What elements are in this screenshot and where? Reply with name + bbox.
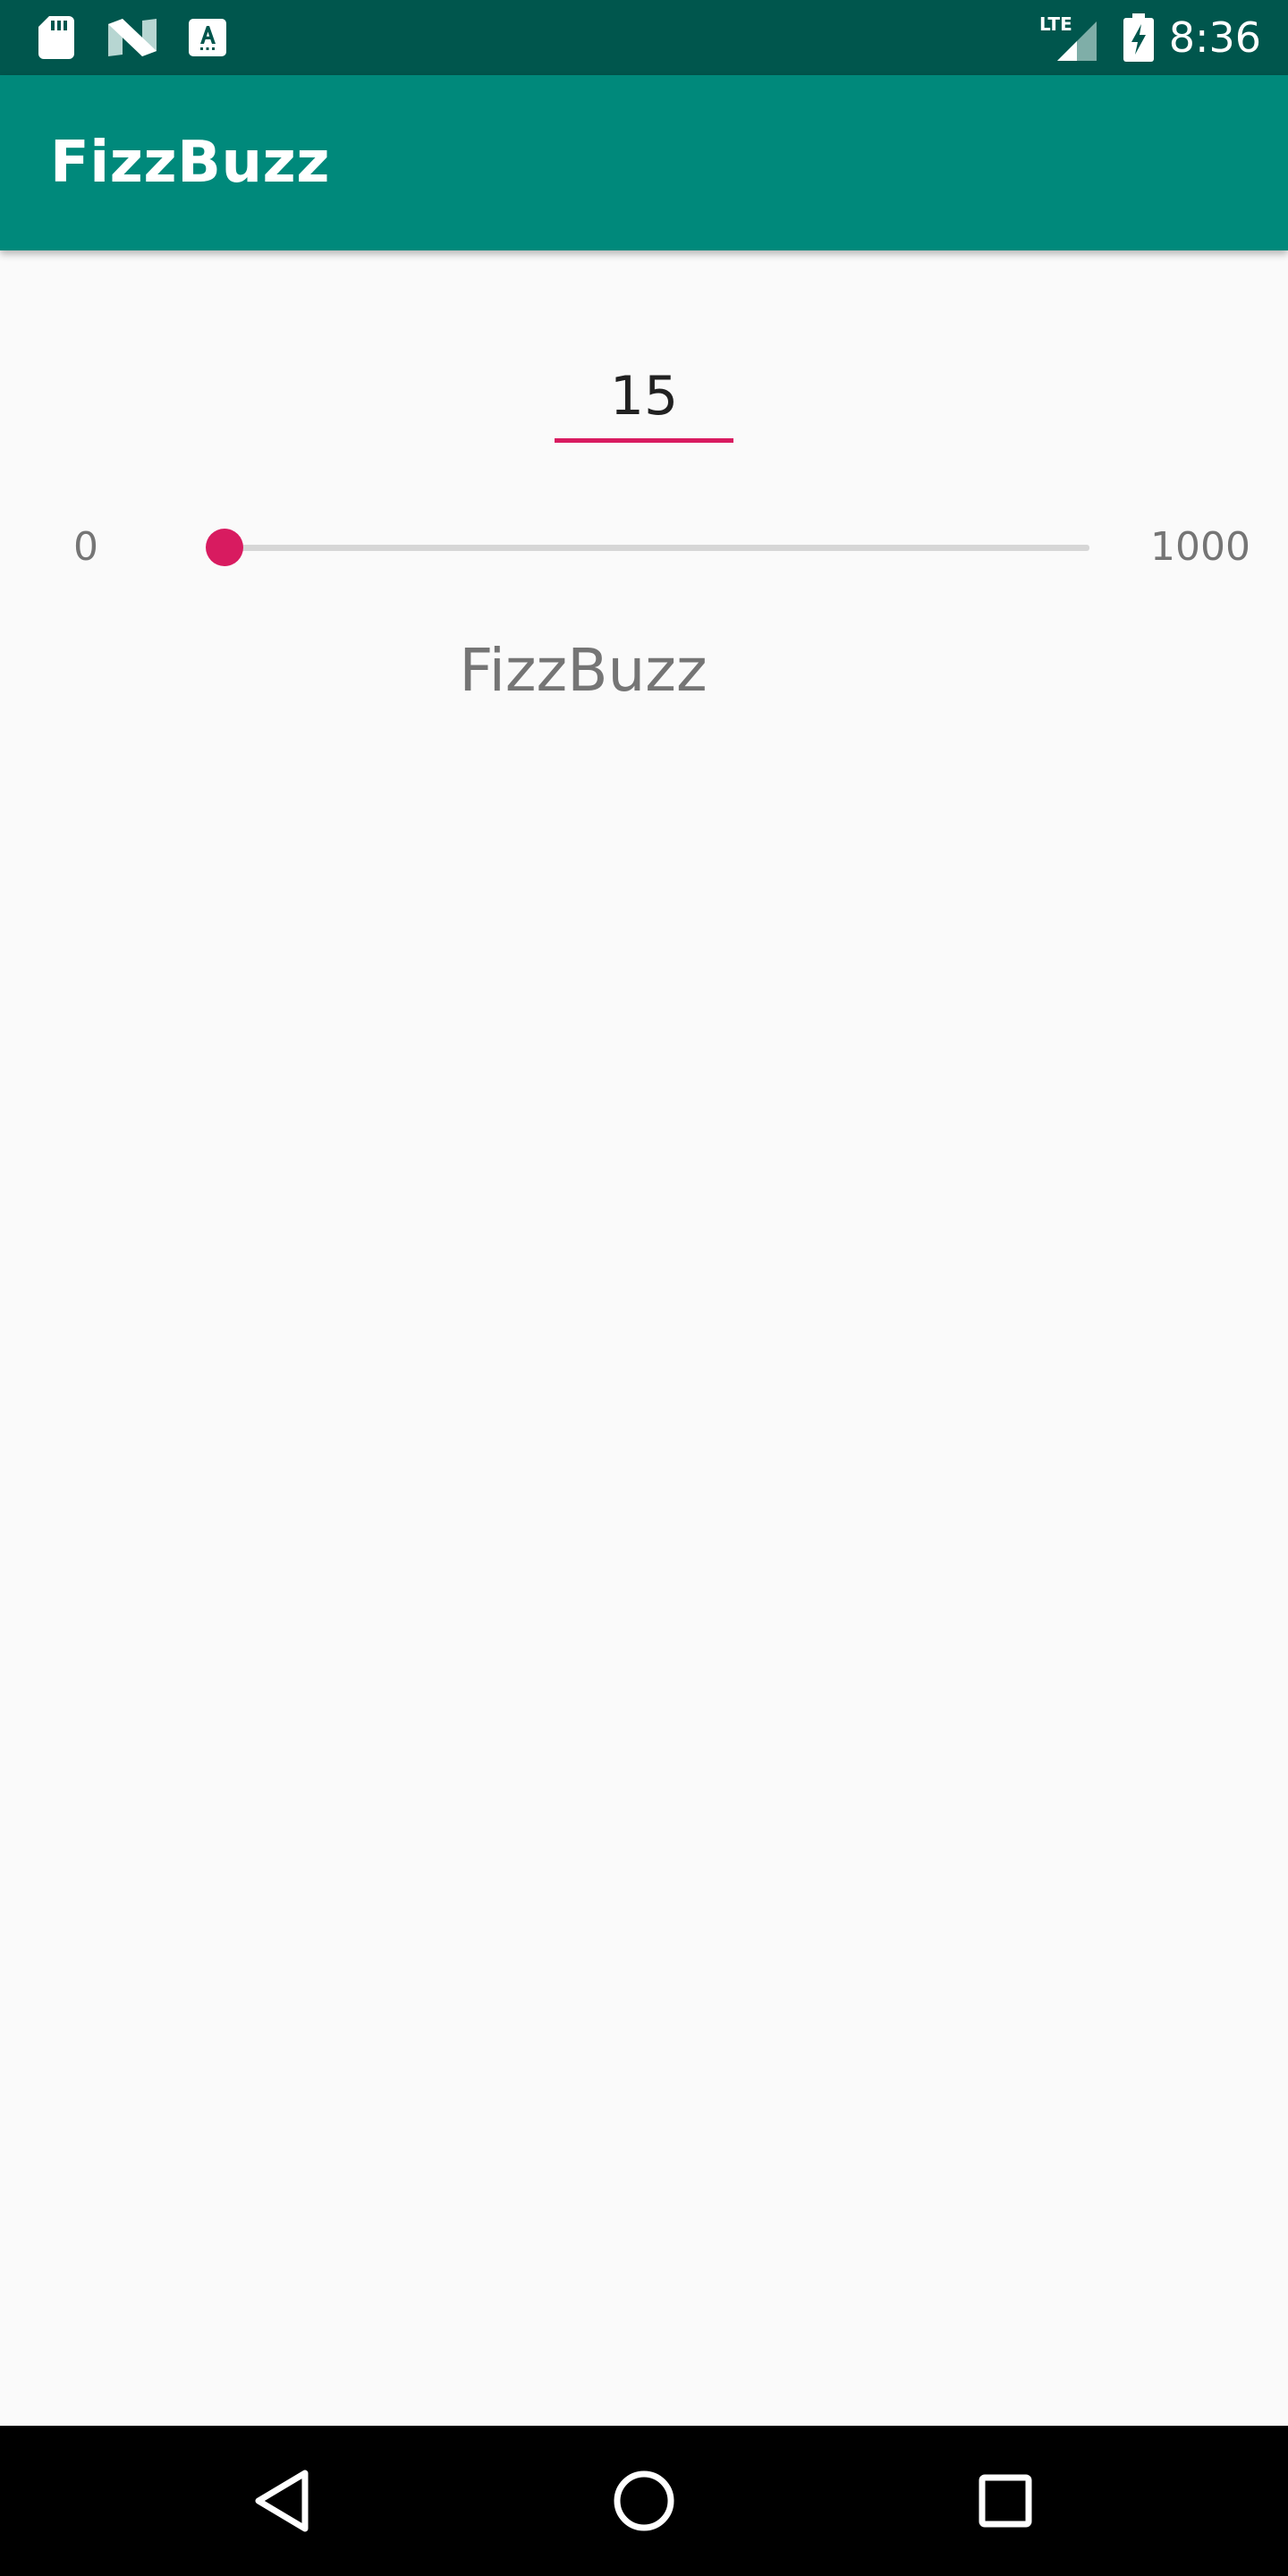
svg-text:LTE: LTE bbox=[1039, 13, 1072, 35]
sd-card-icon bbox=[36, 0, 77, 75]
a-keyboard-icon bbox=[188, 0, 227, 75]
number-input[interactable] bbox=[555, 353, 733, 443]
home-icon bbox=[614, 2470, 674, 2531]
slider-thumb[interactable] bbox=[205, 529, 243, 566]
navigation-bar bbox=[0, 2426, 1288, 2576]
status-time: 8:36 bbox=[1168, 13, 1261, 62]
back-button[interactable] bbox=[211, 2426, 354, 2576]
status-bar: LTE 8:36 bbox=[0, 0, 1288, 75]
result-text: FizzBuzz bbox=[459, 636, 708, 705]
n-logo-icon bbox=[107, 0, 157, 75]
battery-charging-icon bbox=[1122, 0, 1156, 75]
slider-min-label: 0 bbox=[73, 524, 98, 570]
slider-track[interactable] bbox=[211, 545, 1089, 551]
recents-icon bbox=[979, 2474, 1032, 2528]
back-icon bbox=[255, 2470, 309, 2532]
app-title: FizzBuzz bbox=[50, 130, 330, 196]
lte-signal-icon: LTE bbox=[1038, 0, 1100, 75]
screen: LTE 8:36 FizzBuzz 0 1000 FizzBuzz bbox=[0, 0, 1288, 2576]
slider-max-label: 1000 bbox=[1150, 524, 1250, 570]
number-slider[interactable] bbox=[205, 519, 1089, 576]
home-button[interactable] bbox=[572, 2426, 716, 2576]
app-bar: FizzBuzz bbox=[0, 75, 1288, 250]
recents-button[interactable] bbox=[934, 2426, 1077, 2576]
